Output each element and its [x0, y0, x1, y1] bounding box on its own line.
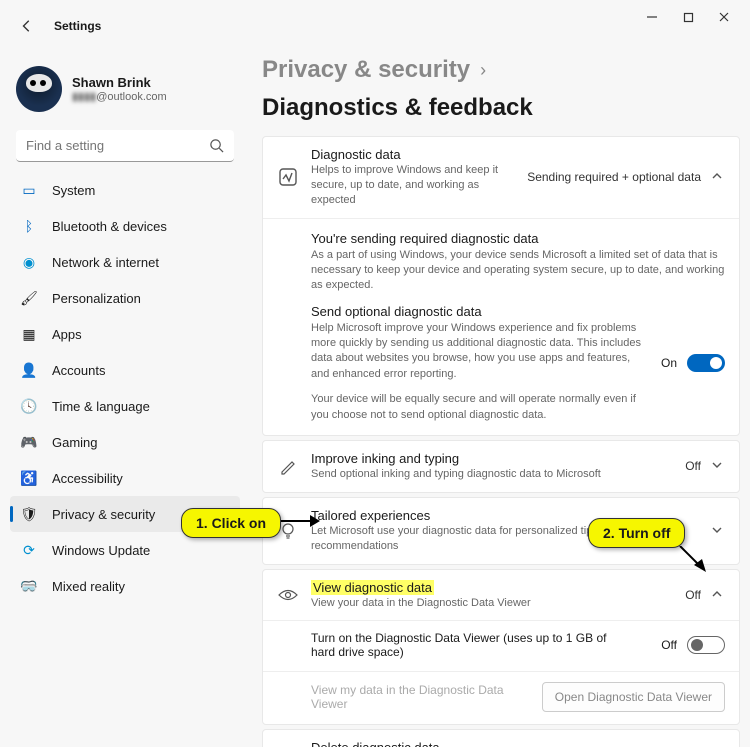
brush-icon: 🖌	[20, 289, 38, 307]
close-button[interactable]	[706, 3, 742, 31]
viewer-toggle-row: Turn on the Diagnostic Data Viewer (uses…	[263, 620, 739, 671]
gamepad-icon: 🎮	[20, 433, 38, 451]
apps-icon: ▦	[20, 325, 38, 343]
card-subtitle: Helps to improve Windows and keep it sec…	[311, 163, 515, 208]
card-title: Improve inking and typing	[311, 451, 673, 466]
sidebar-item-label: System	[52, 183, 95, 198]
pen-icon	[277, 455, 299, 477]
sidebar-item-bluetooth[interactable]: ᛒ Bluetooth & devices	[10, 208, 240, 244]
window-title: Settings	[54, 19, 101, 33]
sidebar-item-apps[interactable]: ▦ Apps	[10, 316, 240, 352]
sidebar-item-personalization[interactable]: 🖌 Personalization	[10, 280, 240, 316]
search-input[interactable]	[16, 130, 234, 162]
sidebar-item-accounts[interactable]: 👤 Accounts	[10, 352, 240, 388]
back-button[interactable]	[18, 17, 36, 35]
sidebar-item-network[interactable]: ◉ Network & internet	[10, 244, 240, 280]
view-diag-title: View diagnostic data	[311, 580, 434, 595]
sidebar-item-label: Accounts	[52, 363, 105, 378]
search-container	[16, 130, 234, 162]
viewer-title: Turn on the Diagnostic Data Viewer (uses…	[311, 631, 631, 659]
profile-email: ▮▮▮▮@outlook.com	[72, 90, 167, 103]
breadcrumb: Privacy & security › Diagnostics & feedb…	[262, 56, 740, 122]
diag-status-text: Sending required + optional data	[527, 170, 701, 184]
chevron-up-icon	[711, 170, 725, 184]
view-diag-card: View diagnostic data View your data in t…	[262, 569, 740, 726]
sidebar-item-label: Gaming	[52, 435, 98, 450]
nav: ▭ System ᛒ Bluetooth & devices ◉ Network & …	[10, 172, 240, 604]
callout-2: 2. Turn off	[588, 518, 685, 548]
sidebar-item-label: Privacy & security	[52, 507, 155, 522]
chevron-down-icon	[711, 524, 725, 538]
person-icon: 👤	[20, 361, 38, 379]
sidebar-item-gaming[interactable]: 🎮 Gaming	[10, 424, 240, 460]
main-content: Privacy & security › Diagnostics & feedb…	[246, 34, 750, 747]
view-diag-state: Off	[685, 588, 701, 602]
eye-icon	[277, 584, 299, 606]
sidebar-item-mixed-reality[interactable]: 🥽 Mixed reality	[10, 568, 240, 604]
page-title: Diagnostics & feedback	[262, 94, 533, 122]
required-diag-title: You're sending required diagnostic data	[311, 231, 725, 246]
sidebar-item-accessibility[interactable]: ♿ Accessibility	[10, 460, 240, 496]
diagnostic-icon	[277, 166, 299, 188]
wifi-icon: ◉	[20, 253, 38, 271]
view-diag-subtitle: View your data in the Diagnostic Data Vi…	[311, 596, 673, 611]
sidebar-item-label: Windows Update	[52, 543, 150, 558]
headset-icon: 🥽	[20, 577, 38, 595]
update-icon: ⟳	[20, 541, 38, 559]
viewer-link: View my data in the Diagnostic Data View…	[311, 683, 526, 711]
delete-diag-header[interactable]: Delete diagnostic data Clear diagnostic …	[263, 730, 739, 747]
card-title: Diagnostic data	[311, 147, 515, 162]
optional-diag-desc: Help Microsoft improve your Windows expe…	[311, 321, 641, 383]
card-subtitle: Send optional inking and typing diagnost…	[311, 467, 673, 482]
callout-1-arrow	[280, 512, 320, 530]
inking-state: Off	[685, 459, 701, 473]
profile-block[interactable]: Shawn Brink ▮▮▮▮@outlook.com	[10, 54, 240, 126]
viewer-open-row: View my data in the Diagnostic Data View…	[263, 671, 739, 724]
shield-icon: 🛡	[20, 505, 38, 523]
sidebar-item-label: Accessibility	[52, 471, 123, 486]
profile-name: Shawn Brink	[72, 75, 167, 90]
optional-diag-state: On	[661, 356, 677, 370]
required-diag-desc: As a part of using Windows, your device …	[311, 248, 725, 294]
inking-header[interactable]: Improve inking and typing Send optional …	[263, 441, 739, 492]
sidebar-item-time[interactable]: 🕓 Time & language	[10, 388, 240, 424]
diagnostic-data-header[interactable]: Diagnostic data Helps to improve Windows…	[263, 137, 739, 218]
callout-1: 1. Click on	[181, 508, 281, 538]
sidebar-item-system[interactable]: ▭ System	[10, 172, 240, 208]
minimize-button[interactable]	[634, 3, 670, 31]
open-diagnostic-viewer-button[interactable]: Open Diagnostic Data Viewer	[542, 682, 725, 712]
sidebar-item-label: Bluetooth & devices	[52, 219, 167, 234]
optional-diag-desc2: Your device will be equally secure and w…	[311, 392, 641, 423]
sidebar-item-label: Personalization	[52, 291, 141, 306]
sidebar-item-label: Network & internet	[52, 255, 159, 270]
viewer-state: Off	[661, 638, 677, 652]
accessibility-icon: ♿	[20, 469, 38, 487]
search-icon	[209, 138, 224, 153]
breadcrumb-parent[interactable]: Privacy & security	[262, 56, 470, 84]
sidebar-item-label: Time & language	[52, 399, 150, 414]
bluetooth-icon: ᛒ	[20, 217, 38, 235]
sidebar-item-label: Mixed reality	[52, 579, 125, 594]
chevron-up-icon	[711, 588, 725, 602]
optional-diag-title: Send optional diagnostic data	[311, 304, 641, 319]
viewer-toggle[interactable]	[687, 636, 725, 654]
optional-diag-toggle[interactable]	[687, 354, 725, 372]
avatar	[16, 66, 62, 112]
chevron-down-icon	[711, 459, 725, 473]
clock-icon: 🕓	[20, 397, 38, 415]
callout-2-arrow	[670, 546, 710, 576]
inking-card: Improve inking and typing Send optional …	[262, 440, 740, 493]
chevron-right-icon: ›	[480, 60, 486, 81]
maximize-button[interactable]	[670, 3, 706, 31]
sidebar: Shawn Brink ▮▮▮▮@outlook.com ▭ System ᛒ Bl…	[0, 34, 246, 747]
view-diag-header[interactable]: View diagnostic data View your data in t…	[263, 570, 739, 621]
card-title: Delete diagnostic data	[311, 740, 699, 747]
sidebar-item-label: Apps	[52, 327, 82, 342]
delete-diag-card: Delete diagnostic data Clear diagnostic …	[262, 729, 740, 747]
diagnostic-data-card: Diagnostic data Helps to improve Windows…	[262, 136, 740, 436]
monitor-icon: ▭	[20, 181, 38, 199]
